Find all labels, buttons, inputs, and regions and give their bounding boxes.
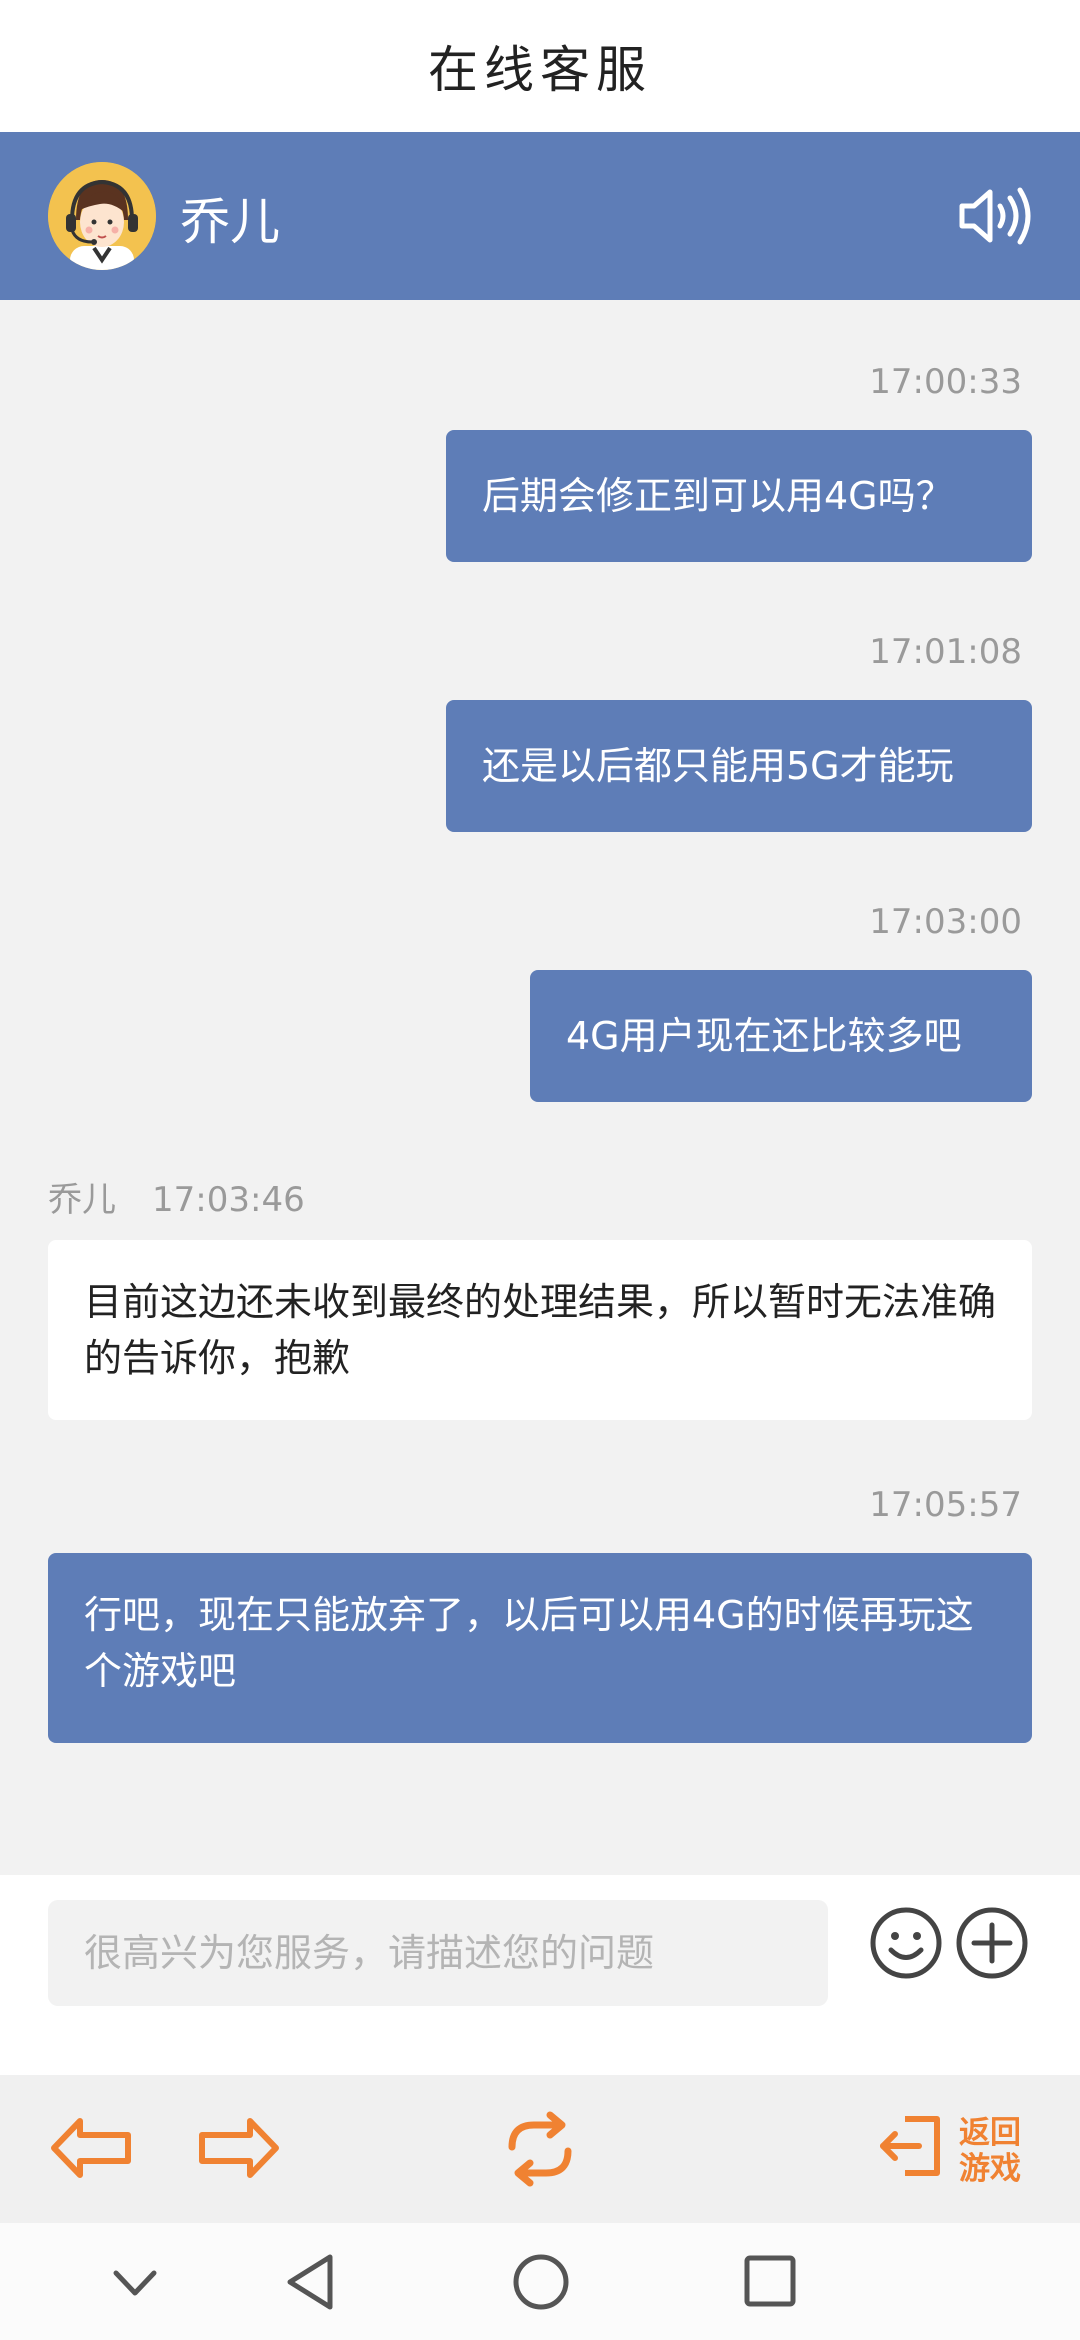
message-sender: 乔儿 <box>48 1180 116 1220</box>
forward-button[interactable] <box>198 2113 282 2187</box>
square-recents-icon <box>744 2255 796 2307</box>
return-game-label[interactable]: 返回 游戏 <box>955 2115 1025 2187</box>
title-bar: 在线客服 <box>0 0 1080 132</box>
message-input[interactable]: 很高兴为您服务，请描述您的问题 <box>48 1900 828 2006</box>
message-timestamp: 17:03:46 <box>152 1180 305 1220</box>
back-arrow-icon <box>51 2118 131 2178</box>
message-timestamp: 17:01:08 <box>869 632 1022 672</box>
agent-name: 乔儿 <box>180 193 280 251</box>
chat-area[interactable]: 17:00:33 后期会修正到可以用4G吗？ 17:01:08 还是以后都只能用… <box>0 300 1080 1875</box>
return-game-button[interactable] <box>875 2111 945 2185</box>
system-nav-bar <box>0 2223 1080 2340</box>
collapse-button[interactable] <box>112 2263 158 2307</box>
plus-icon <box>956 1907 1028 1979</box>
message-bubble-outgoing[interactable]: 后期会修正到可以用4G吗？ <box>446 430 1032 562</box>
exit-icon <box>880 2116 940 2176</box>
message-timestamp: 17:00:33 <box>869 362 1022 402</box>
system-recents-button[interactable] <box>742 2253 798 2313</box>
bottom-nav: 返回 游戏 <box>0 2075 1080 2223</box>
message-timestamp: 17:03:00 <box>869 902 1022 942</box>
forward-arrow-icon <box>199 2118 279 2178</box>
speaker-icon[interactable] <box>956 184 1032 248</box>
message-bubble-outgoing[interactable]: 行吧，现在只能放弃了，以后可以用4G的时候再玩这个游戏吧 <box>48 1553 1032 1743</box>
message-meta: 乔儿 17:03:46 <box>48 1172 305 1221</box>
message-bubble-incoming[interactable]: 目前这边还未收到最终的处理结果，所以暂时无法准确的告诉你，抱歉 <box>48 1240 1032 1420</box>
smiley-icon <box>870 1907 942 1979</box>
input-area: 很高兴为您服务，请描述您的问题 <box>0 1875 1080 2075</box>
message-bubble-outgoing[interactable]: 4G用户现在还比较多吧 <box>530 970 1032 1102</box>
page-title: 在线客服 <box>428 41 652 99</box>
message-timestamp: 17:05:57 <box>869 1485 1022 1525</box>
chevron-down-icon <box>113 2270 157 2296</box>
message-bubble-outgoing[interactable]: 还是以后都只能用5G才能玩 <box>446 700 1032 832</box>
system-home-button[interactable] <box>510 2251 572 2317</box>
circle-home-icon <box>513 2254 569 2310</box>
agent-avatar-icon <box>48 162 156 270</box>
back-button[interactable] <box>48 2113 132 2187</box>
refresh-button[interactable] <box>500 2109 580 2193</box>
add-button[interactable] <box>954 1905 1030 1981</box>
agent-avatar[interactable] <box>48 162 156 270</box>
emoji-button[interactable] <box>868 1905 944 1981</box>
agent-header: 乔儿 <box>0 132 1080 300</box>
system-back-button[interactable] <box>282 2251 338 2317</box>
triangle-back-icon <box>287 2254 333 2310</box>
refresh-icon <box>508 2111 572 2187</box>
